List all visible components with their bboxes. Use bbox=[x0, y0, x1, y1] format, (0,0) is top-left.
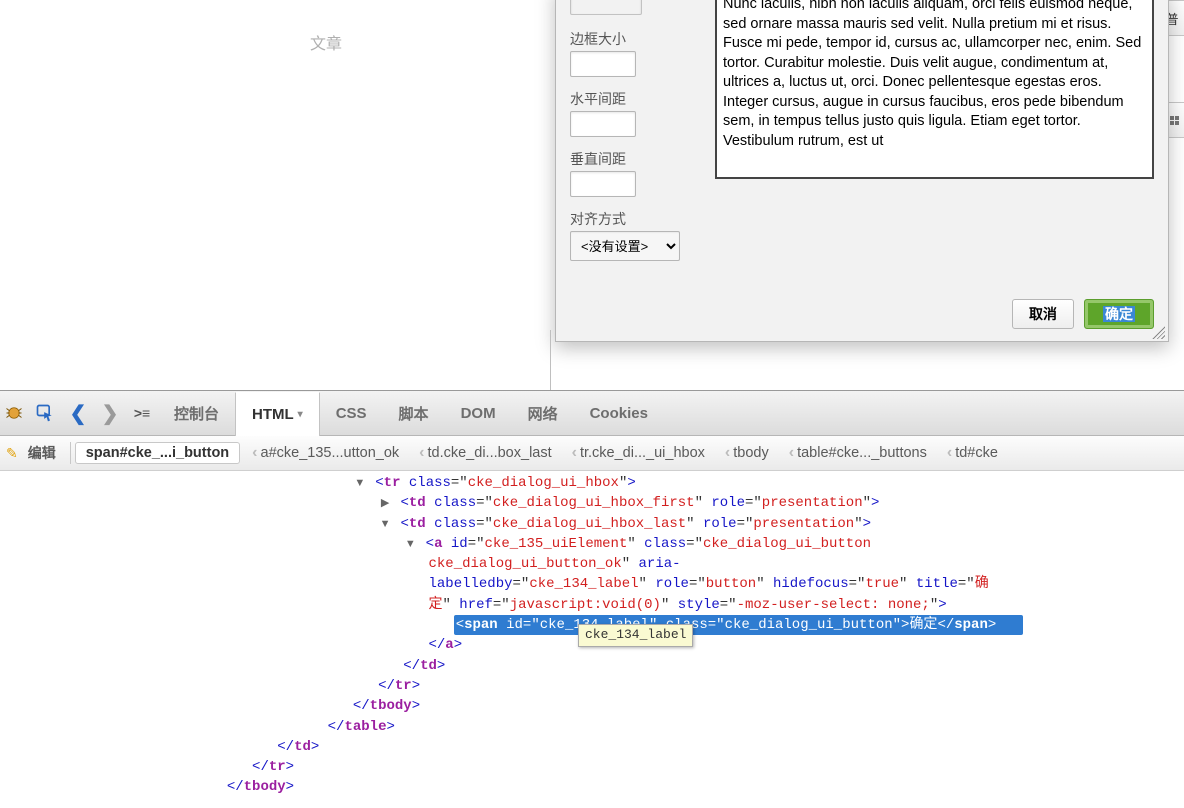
border-size-label: 边框大小 bbox=[570, 29, 695, 49]
edit-icon[interactable]: ✎ bbox=[6, 445, 18, 462]
firebug-icon[interactable] bbox=[0, 391, 28, 435]
cancel-button[interactable]: 取消 bbox=[1012, 299, 1074, 329]
devtools-toolbar: ❮ ❯ >≡ 控制台 HTML ▾ CSS 脚本 DOM 网络 Cookies bbox=[0, 391, 1184, 436]
top-input[interactable] bbox=[570, 0, 642, 15]
code-line[interactable]: </tbody> bbox=[0, 696, 1184, 716]
tab-html-label: HTML bbox=[252, 406, 294, 423]
inspect-icon bbox=[35, 403, 55, 423]
attr-tooltip: cke_134_label bbox=[578, 624, 693, 647]
align-select[interactable]: <没有设置> bbox=[570, 231, 680, 261]
code-line[interactable]: </td> bbox=[0, 737, 1184, 757]
code-line[interactable]: labelledby="cke_134_label" role="button"… bbox=[0, 574, 1184, 594]
tab-html[interactable]: HTML ▾ bbox=[235, 392, 320, 436]
code-line[interactable]: </table> bbox=[0, 717, 1184, 737]
code-line[interactable]: </tr> bbox=[0, 676, 1184, 696]
vspace-label: 垂直间距 bbox=[570, 149, 695, 169]
tab-dropdown-icon[interactable]: ▾ bbox=[298, 409, 303, 420]
tab-script[interactable]: 脚本 bbox=[383, 391, 445, 435]
chevron-left-icon: ‹ bbox=[419, 444, 424, 462]
code-line[interactable]: cke_dialog_ui_button_ok" aria- bbox=[0, 554, 1184, 574]
vspace-input[interactable] bbox=[570, 171, 636, 197]
devtools-breadcrumb-row: ✎ 编辑 span#cke_...i_button ‹a#cke_135...u… bbox=[0, 436, 1184, 471]
image-preview-box: Nunc iaculis, nibh non iaculis aliquam, … bbox=[715, 0, 1154, 179]
dialog-footer: 取消 确定 bbox=[556, 291, 1168, 341]
breadcrumb-icon: >≡ bbox=[134, 405, 150, 421]
tab-dom[interactable]: DOM bbox=[445, 391, 512, 435]
crumb-prefix: ✎ 编辑 bbox=[6, 443, 66, 463]
image-properties-dialog: 边框大小 水平间距 垂直间距 对齐方式 <没有设置> bbox=[555, 0, 1169, 342]
code-line[interactable]: 定" href="javascript:void(0)" style="-moz… bbox=[0, 595, 1184, 615]
chevron-left-icon: ❮ bbox=[70, 401, 87, 426]
twisty-collapsed-icon[interactable]: ▶ bbox=[378, 496, 392, 512]
crumb-2[interactable]: ‹td.cke_di...box_last bbox=[411, 444, 559, 462]
hspace-label: 水平间距 bbox=[570, 89, 695, 109]
twisty-expanded-icon[interactable]: ▼ bbox=[403, 537, 417, 553]
dialog-resize-handle[interactable] bbox=[1151, 325, 1165, 339]
crumb-separator bbox=[70, 442, 71, 464]
nav-forward-button[interactable]: ❯ bbox=[94, 391, 126, 435]
chevron-left-icon: ‹ bbox=[572, 444, 577, 462]
page-upper-region: 文章 普 边框大小 水平间距 垂直间距 bbox=[0, 0, 1184, 391]
crumb-1[interactable]: ‹a#cke_135...utton_ok bbox=[244, 444, 407, 462]
breadcrumb-toggle-button[interactable]: >≡ bbox=[126, 391, 158, 435]
crumb-6[interactable]: ‹td#cke bbox=[939, 444, 1006, 462]
nav-back-button[interactable]: ❮ bbox=[62, 391, 94, 435]
code-line[interactable]: </td> bbox=[0, 656, 1184, 676]
ok-button[interactable]: 确定 bbox=[1084, 299, 1154, 329]
edit-label[interactable]: 编辑 bbox=[28, 443, 56, 463]
crumb-3[interactable]: ‹tr.cke_di..._ui_hbox bbox=[564, 444, 713, 462]
tab-css[interactable]: CSS bbox=[320, 391, 383, 435]
devtools-code-panel[interactable]: ▼ <tr class="cke_dialog_ui_hbox"> ▶ <td … bbox=[0, 471, 1184, 808]
tab-cookies[interactable]: Cookies bbox=[574, 391, 664, 435]
chevron-left-icon: ‹ bbox=[947, 444, 952, 462]
chevron-left-icon: ‹ bbox=[252, 444, 257, 462]
border-size-input[interactable] bbox=[570, 51, 636, 77]
inspect-button[interactable] bbox=[28, 391, 62, 435]
code-line[interactable]: ▶ <td class="cke_dialog_ui_hbox_first" r… bbox=[0, 493, 1184, 513]
tab-console[interactable]: 控制台 bbox=[158, 391, 235, 435]
code-line[interactable]: ▼ <tr class="cke_dialog_ui_hbox"> bbox=[0, 473, 1184, 493]
code-line[interactable]: </tr> bbox=[0, 757, 1184, 777]
chevron-left-icon: ‹ bbox=[789, 444, 794, 462]
code-line[interactable]: ▼ <td class="cke_dialog_ui_hbox_last" ro… bbox=[0, 514, 1184, 534]
page-divider bbox=[550, 330, 551, 390]
code-line[interactable]: ▼ <a id="cke_135_uiElement" class="cke_d… bbox=[0, 534, 1184, 554]
twisty-expanded-icon[interactable]: ▼ bbox=[378, 517, 392, 533]
code-line[interactable]: </tbody> bbox=[0, 777, 1184, 797]
twisty-expanded-icon[interactable]: ▼ bbox=[353, 476, 367, 492]
crumb-5[interactable]: ‹table#cke..._buttons bbox=[781, 444, 935, 462]
align-label: 对齐方式 bbox=[570, 209, 695, 229]
dialog-form-column: 边框大小 水平间距 垂直间距 对齐方式 <没有设置> bbox=[570, 0, 695, 273]
crumb-selected[interactable]: span#cke_...i_button bbox=[75, 442, 240, 464]
chevron-right-icon: ❯ bbox=[102, 401, 119, 426]
bug-icon bbox=[5, 404, 23, 422]
tab-network[interactable]: 网络 bbox=[512, 391, 574, 435]
dialog-body: 边框大小 水平间距 垂直间距 对齐方式 <没有设置> bbox=[556, 0, 1168, 291]
ok-button-label: 确定 bbox=[1103, 306, 1135, 322]
crumb-4[interactable]: ‹tbody bbox=[717, 444, 777, 462]
chevron-left-icon: ‹ bbox=[725, 444, 730, 462]
hspace-input[interactable] bbox=[570, 111, 636, 137]
background-label: 文章 bbox=[310, 30, 342, 54]
